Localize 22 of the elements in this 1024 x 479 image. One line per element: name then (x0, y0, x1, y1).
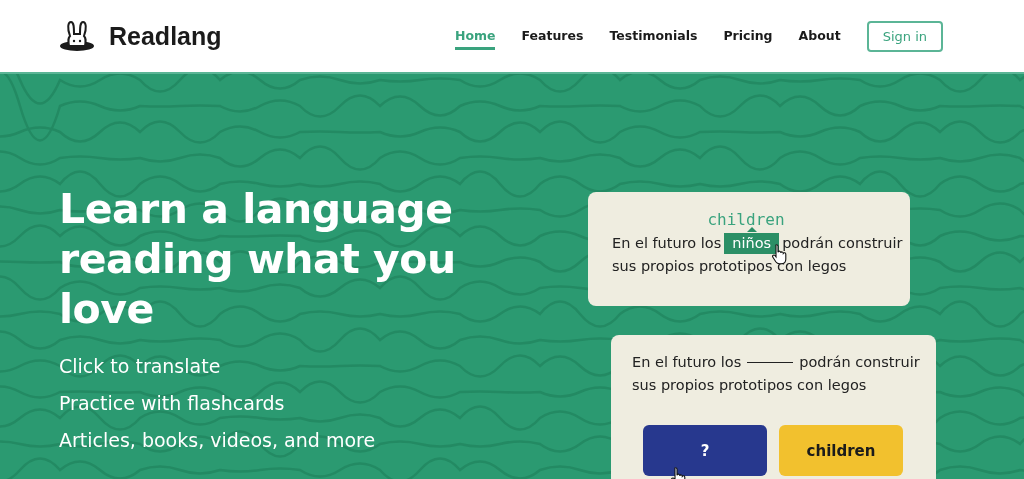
sentence-text: En el futuro los (632, 354, 742, 370)
sentence-text: sus propios prototipos con legos (632, 376, 868, 395)
sentence-text: sus propios prototipos con legos (612, 257, 848, 276)
sentence-text: podrán construir (799, 354, 920, 370)
translation-text: children (707, 210, 785, 229)
sentence-text: En el futuro los (612, 235, 722, 251)
highlighted-word[interactable]: niños (724, 233, 780, 254)
feature-text: Click to translate (59, 354, 222, 378)
nav-link[interactable]: About (798, 22, 841, 50)
feature-text: Practice with flashcards (59, 391, 286, 415)
feature-text: Articles, books, videos, and more (59, 428, 377, 452)
blank-line (747, 362, 794, 363)
answer-button[interactable]: children (779, 425, 903, 476)
nav-link[interactable]: Pricing (723, 22, 773, 50)
sentence-text: podrán construir (782, 235, 903, 251)
tooltip-pointer-icon (746, 227, 757, 232)
hero-heading: Learn a language reading what you love (59, 184, 457, 334)
nav-link[interactable]: Testimonials (609, 22, 698, 50)
nav-link[interactable]: Features (521, 22, 584, 50)
rabbit-logo-icon (59, 20, 95, 52)
brand-name[interactable]: Readlang (109, 21, 222, 51)
reveal-button[interactable]: ? (643, 425, 767, 476)
